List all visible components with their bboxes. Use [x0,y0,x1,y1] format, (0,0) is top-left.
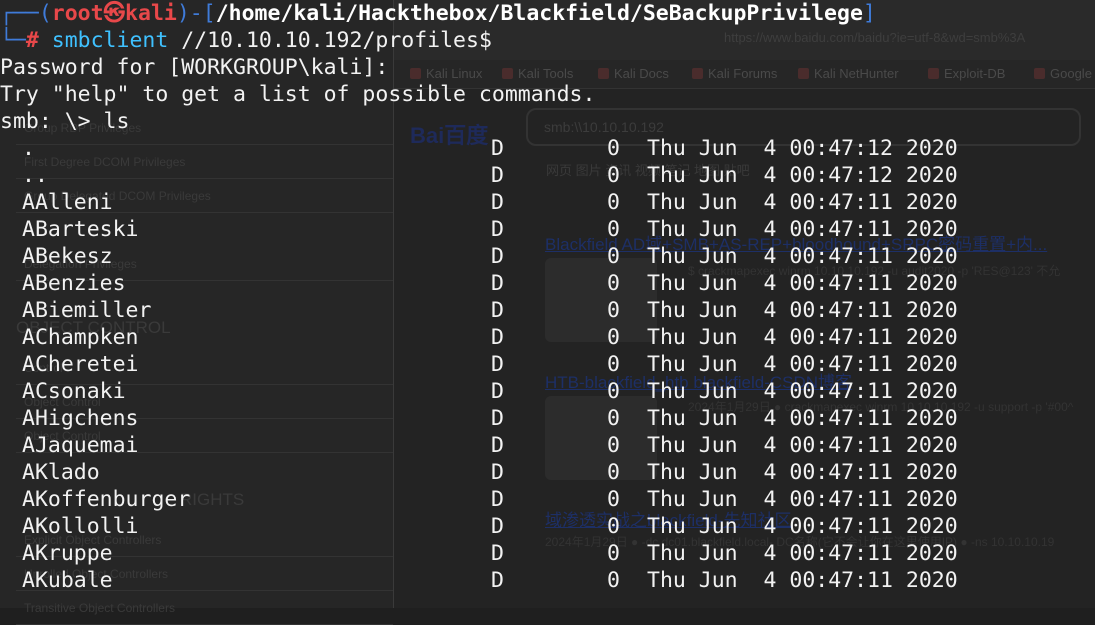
entry-attribute: D [491,514,504,539]
entry-attribute: D [491,541,504,566]
entry-size: 0 [607,433,620,458]
entry-name: AHigchens [22,406,139,431]
entry-date: Thu Jun 4 00:47:11 2020 [647,487,958,512]
entry-attribute: D [491,136,504,161]
entry-name: ABekesz [22,244,113,269]
prompt-hash: # [25,28,52,53]
entry-name: .. [22,163,48,188]
prompt-path: /home/kali/Hackthebox/Blackfield/SeBacku… [215,1,863,26]
command-name: smbclient [51,28,169,53]
entry-name: ABarteski [22,217,139,242]
entry-date: Thu Jun 4 00:47:11 2020 [647,568,958,593]
entry-size: 0 [607,541,620,566]
entry-attribute: D [491,271,504,296]
entry-date: Thu Jun 4 00:47:11 2020 [647,460,958,485]
entry-size: 0 [607,352,620,377]
entry-size: 0 [607,271,620,296]
entry-name: ACsonaki [22,379,126,404]
entry-name: AChampken [22,325,139,350]
entry-size: 0 [607,406,620,431]
entry-size: 0 [607,514,620,539]
entry-size: 0 [607,217,620,242]
entry-date: Thu Jun 4 00:47:11 2020 [647,298,958,323]
entry-name: AKruppe [22,541,113,566]
entry-attribute: D [491,568,504,593]
prompt-frame: └─ [0,28,26,53]
entry-name: AKoffenburger [22,487,191,512]
entry-attribute: D [491,379,504,404]
entry-size: 0 [607,190,620,215]
entry-date: Thu Jun 4 00:47:11 2020 [647,541,958,566]
smb-prompt: smb: \> ls [0,109,130,134]
prompt-frame: ] [862,1,876,26]
terminal-output[interactable]: ┌──(root㉿kali)-[/home/kali/Hackthebox/Bl… [0,0,1095,608]
entry-attribute: D [491,325,504,350]
entry-size: 0 [607,325,620,350]
entry-date: Thu Jun 4 00:47:11 2020 [647,271,958,296]
entry-name: ACheretei [22,352,139,377]
entry-attribute: D [491,163,504,188]
entry-attribute: D [491,298,504,323]
entry-name: . [22,136,35,161]
prompt-frame: )-[ [176,1,216,26]
entry-date: Thu Jun 4 00:47:12 2020 [647,163,958,188]
password-line: Password for [WORKGROUP\kali]: [0,55,389,80]
entry-name: AAlleni [22,190,113,215]
entry-name: AKlado [22,460,100,485]
entry-size: 0 [607,136,620,161]
entry-date: Thu Jun 4 00:47:11 2020 [647,352,958,377]
entry-attribute: D [491,406,504,431]
entry-date: Thu Jun 4 00:47:11 2020 [647,379,958,404]
entry-name: ABenzies [22,271,126,296]
entry-name: AJaquemai [22,433,139,458]
entry-name: AKubale [22,568,113,593]
entry-attribute: D [491,190,504,215]
entry-name: ABiemiller [22,298,152,323]
prompt-command-line: └─# smbclient //10.10.10.192/profiles$ [0,27,492,54]
entry-date: Thu Jun 4 00:47:11 2020 [647,325,958,350]
entry-size: 0 [607,568,620,593]
entry-date: Thu Jun 4 00:47:11 2020 [647,406,958,431]
entry-attribute: D [491,217,504,242]
entry-date: Thu Jun 4 00:47:11 2020 [647,217,958,242]
entry-size: 0 [607,379,620,404]
prompt-frame: ┌──( [0,1,52,26]
prompt-header: ┌──(root㉿kali)-[/home/kali/Hackthebox/Bl… [0,0,876,27]
command-args: //10.10.10.192/profiles$ [168,28,492,53]
entry-date: Thu Jun 4 00:47:11 2020 [647,433,958,458]
entry-name: AKollolli [22,514,139,539]
entry-size: 0 [607,244,620,269]
entry-attribute: D [491,460,504,485]
entry-size: 0 [607,460,620,485]
prompt-user: root㉿kali [51,1,177,26]
entry-date: Thu Jun 4 00:47:11 2020 [647,514,958,539]
entry-attribute: D [491,487,504,512]
entry-attribute: D [491,352,504,377]
entry-date: Thu Jun 4 00:47:11 2020 [647,244,958,269]
entry-attribute: D [491,433,504,458]
entry-attribute: D [491,244,504,269]
entry-size: 0 [607,298,620,323]
entry-date: Thu Jun 4 00:47:12 2020 [647,136,958,161]
entry-size: 0 [607,163,620,188]
entry-size: 0 [607,487,620,512]
help-line: Try "help" to get a list of possible com… [0,82,596,107]
entry-date: Thu Jun 4 00:47:11 2020 [647,190,958,215]
